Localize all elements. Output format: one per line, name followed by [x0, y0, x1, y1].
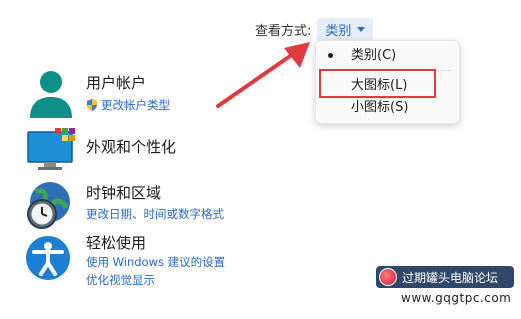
category-ease-of-access: 轻松使用 使用 Windows 建议的设置 优化视觉显示: [22, 232, 312, 290]
clock-region-icon: [27, 182, 70, 229]
change-account-type-link[interactable]: 更改帐户类型: [86, 97, 170, 113]
user-accounts-icon: [30, 71, 72, 118]
category-appearance-personalization: 外观和个性化: [22, 126, 312, 176]
category-title[interactable]: 轻松使用: [86, 232, 146, 253]
forum-logo-icon: [379, 268, 397, 286]
menu-item-small-icons[interactable]: 小图标(S): [316, 97, 459, 119]
view-by-value: 类别: [325, 24, 352, 39]
view-by-label: 查看方式:: [255, 24, 312, 39]
category-title[interactable]: 时钟和区域: [86, 182, 161, 203]
category-clock-region: 时钟和区域 更改日期、时间或数字格式: [22, 178, 312, 230]
selected-bullet-icon: [328, 53, 333, 58]
category-title[interactable]: 外观和个性化: [86, 136, 176, 157]
watermark-name: 过期罐头电脑论坛: [402, 270, 499, 285]
menu-divider: [324, 70, 451, 71]
category-user-accounts: 用户帐户 更改帐户类型: [22, 66, 312, 122]
menu-item-large-icons[interactable]: 大图标(L): [316, 75, 459, 97]
optimize-visual-display-link[interactable]: 优化视觉显示: [86, 272, 155, 288]
watermark-badge: 过期罐头电脑论坛: [376, 266, 514, 288]
watermark: 过期罐头电脑论坛 www.gqgtpc.com: [376, 266, 515, 312]
use-recommended-settings-link[interactable]: 使用 Windows 建议的设置: [86, 254, 225, 270]
change-date-time-format-link[interactable]: 更改日期、时间或数字格式: [86, 206, 224, 222]
menu-item-category[interactable]: 类别(C): [316, 45, 459, 67]
uac-shield-icon: [87, 99, 97, 111]
view-by-dropdown[interactable]: 类别: [317, 18, 374, 41]
chevron-down-icon: [357, 27, 366, 32]
appearance-personalization-icon: [27, 128, 75, 170]
category-title[interactable]: 用户帐户: [86, 72, 146, 93]
watermark-url: www.gqgtpc.com: [398, 291, 515, 305]
ease-of-access-icon: [26, 236, 70, 280]
view-by-menu: 类别(C) 大图标(L) 小图标(S): [315, 40, 460, 124]
